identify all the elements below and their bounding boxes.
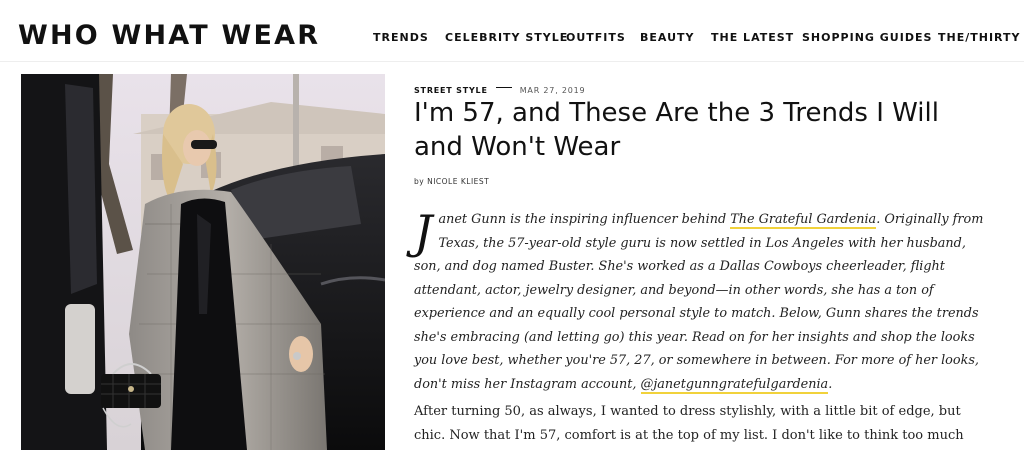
nav-shopping-guides[interactable]: SHOPPING GUIDES <box>802 31 932 44</box>
drop-cap: J <box>414 205 433 259</box>
nav-celebrity-style[interactable]: CELEBRITY STYLE <box>445 31 568 44</box>
category-link[interactable]: STREET STYLE <box>414 86 488 95</box>
publish-date: MAR 27, 2019 <box>519 86 586 95</box>
article-meta: STREET STYLE MAR 27, 2019 <box>414 80 586 95</box>
body-paragraph: After turning 50, as always, I wanted to… <box>414 404 964 443</box>
byline-prefix: by <box>414 177 425 186</box>
nav-the-latest[interactable]: THE LATEST <box>711 31 794 44</box>
nav-the-thirty[interactable]: THE/THIRTY <box>938 31 1021 44</box>
nav-beauty[interactable]: BEAUTY <box>640 31 694 44</box>
site-header: WHO WHAT WEAR TRENDS CELEBRITY STYLE OUT… <box>0 0 1024 62</box>
byline: by NICOLE KLIEST <box>414 177 489 186</box>
author-link[interactable]: NICOLE KLIEST <box>427 177 489 186</box>
article-title: I'm 57, and These Are the 3 Trends I Wil… <box>414 98 939 162</box>
grateful-gardenia-link[interactable]: The Grateful Gardenia <box>730 212 877 229</box>
intro-text-2: . Originally from Texas, the 57-year-old… <box>414 212 984 392</box>
nav-trends[interactable]: TRENDS <box>373 31 429 44</box>
intro-text-1: anet Gunn is the inspiring influencer be… <box>438 212 731 227</box>
site-logo[interactable]: WHO WHAT WEAR <box>18 20 320 51</box>
intro-text-3: . <box>828 376 833 392</box>
hero-image <box>21 74 385 450</box>
street-style-photo <box>21 74 385 450</box>
nav-outfits[interactable]: OUTFITS <box>566 31 626 44</box>
instagram-link[interactable]: @janetgunngratefulgardenia <box>640 376 829 394</box>
meta-divider <box>495 87 512 89</box>
intro-paragraph: Janet Gunn is the inspiring influencer b… <box>414 208 986 396</box>
